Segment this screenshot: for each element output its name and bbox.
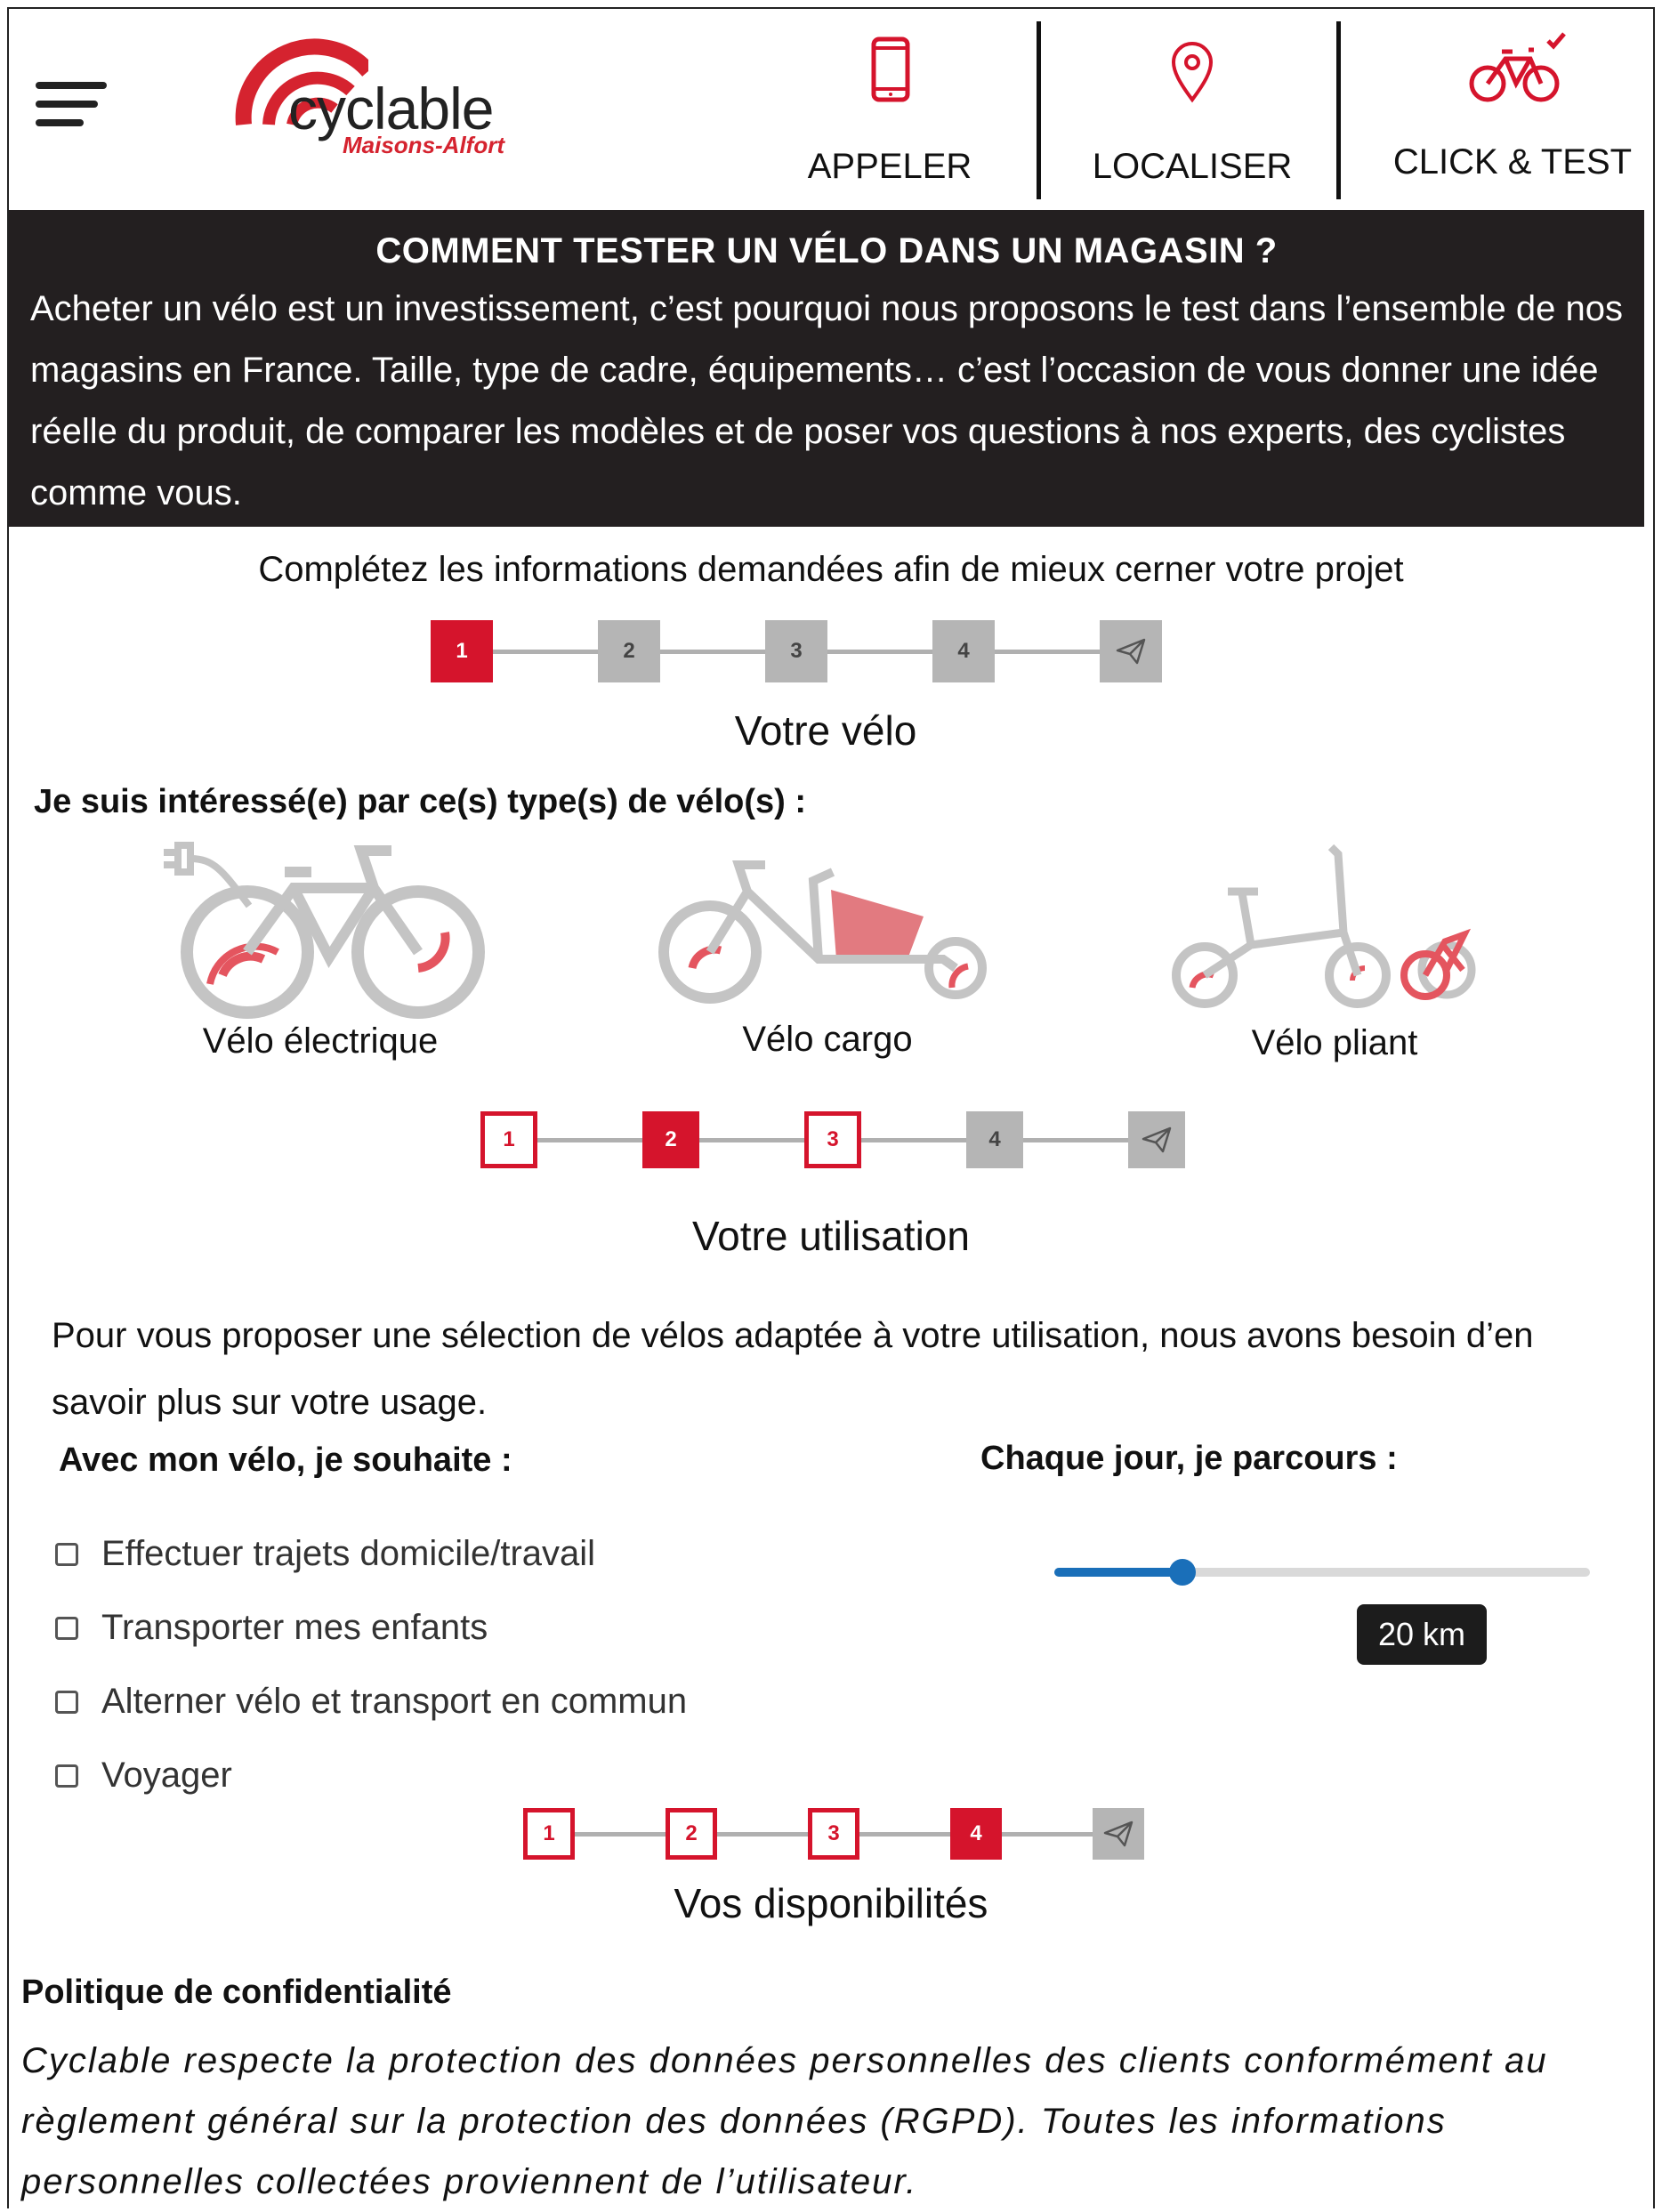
- step-send[interactable]: [1093, 1808, 1144, 1860]
- form-intro: Complétez les informations demandées afi…: [258, 550, 1404, 589]
- step-3[interactable]: 3: [804, 1111, 861, 1168]
- checkbox[interactable]: [55, 1764, 78, 1788]
- step-4[interactable]: 4: [966, 1111, 1023, 1168]
- logo-location: Maisons-Alfort: [343, 132, 504, 158]
- stepper-votre-utilisation: 1 2 3 4: [480, 1111, 1185, 1168]
- phone-icon: [871, 36, 910, 102]
- step-connector: [717, 1831, 808, 1837]
- step-title-votre-utilisation: Votre utilisation: [692, 1213, 970, 1259]
- send-icon: [1103, 1820, 1134, 1847]
- checkbox[interactable]: [55, 1542, 78, 1566]
- send-icon: [1142, 1126, 1172, 1153]
- step-connector: [859, 1831, 950, 1837]
- step-connector: [493, 649, 598, 654]
- map-pin-icon: [1171, 42, 1214, 103]
- distance-slider[interactable]: [1054, 1559, 1590, 1586]
- step-3[interactable]: 3: [808, 1808, 859, 1860]
- bike-label-electric: Vélo électrique: [202, 1021, 439, 1061]
- stepper-vos-disponibilites: 1 2 3 4: [523, 1808, 1144, 1860]
- step-1[interactable]: 1: [523, 1808, 575, 1860]
- send-icon: [1116, 638, 1146, 665]
- site-header: cyclable Maisons-Alfort APPELER LOCALISE…: [9, 9, 1653, 210]
- electric-bike-icon: [164, 842, 485, 1019]
- option-transporter-enfants[interactable]: Transporter mes enfants: [55, 1608, 488, 1648]
- intro-banner: COMMENT TESTER UN VÉLO DANS UN MAGASIN ?…: [9, 210, 1644, 527]
- privacy-title: Politique de confidentialité: [21, 1974, 452, 2011]
- step-3[interactable]: 3: [765, 620, 827, 682]
- step-title-vos-disponibilites: Vos disponibilités: [674, 1880, 988, 1926]
- bike-label-folding: Vélo pliant: [1251, 1023, 1418, 1062]
- step-send[interactable]: [1100, 620, 1162, 682]
- intro-title: COMMENT TESTER UN VÉLO DANS UN MAGASIN ?: [375, 231, 1278, 270]
- option-label: Alterner vélo et transport en commun: [101, 1682, 688, 1721]
- menu-icon[interactable]: [36, 78, 110, 130]
- option-alterner-transport[interactable]: Alterner vélo et transport en commun: [55, 1682, 687, 1722]
- bike-option-electric[interactable]: Vélo électrique: [151, 835, 489, 1075]
- bike-type-question: Je suis intéressé(e) par ce(s) type(s) d…: [34, 783, 806, 820]
- bike-option-cargo[interactable]: Vélo cargo: [658, 854, 996, 1077]
- step-connector: [699, 1137, 804, 1142]
- step-connector: [1023, 1137, 1128, 1142]
- step-connector: [660, 649, 765, 654]
- cyclable-logo[interactable]: cyclable Maisons-Alfort: [231, 36, 516, 178]
- click-test-button[interactable]: CLICK & TEST: [1379, 18, 1646, 199]
- option-label: Transporter mes enfants: [101, 1608, 488, 1647]
- cargo-bike-icon: [658, 860, 987, 1004]
- option-voyager[interactable]: Voyager: [55, 1756, 232, 1796]
- bike-check-icon: [1469, 32, 1566, 102]
- intro-body: Acheter un vélo est un investissement, c…: [30, 289, 1623, 513]
- distance-tooltip: 20 km: [1357, 1604, 1487, 1665]
- step-connector: [575, 1831, 666, 1837]
- step-1[interactable]: 1: [431, 620, 493, 682]
- option-label: Effectuer trajets domicile/travail: [101, 1534, 596, 1573]
- bike-label-cargo: Vélo cargo: [742, 1020, 913, 1059]
- bike-option-folding[interactable]: Vélo pliant: [1166, 836, 1504, 1077]
- option-domicile-travail[interactable]: Effectuer trajets domicile/travail: [55, 1534, 595, 1574]
- call-label: APPELER: [807, 147, 972, 186]
- locate-label: LOCALISER: [1092, 147, 1293, 186]
- slider-fill: [1054, 1568, 1183, 1577]
- step-connector: [1002, 1831, 1093, 1837]
- wish-title: Avec mon vélo, je souhaite :: [59, 1441, 512, 1479]
- stepper-votre-velo: 1 2 3 4: [431, 620, 1162, 682]
- privacy-text: Cyclable respecte la protection des donn…: [21, 2041, 1548, 2201]
- step-connector: [861, 1137, 966, 1142]
- step-connector: [995, 649, 1100, 654]
- checkbox[interactable]: [55, 1616, 78, 1640]
- step-1[interactable]: 1: [480, 1111, 537, 1168]
- step-connector: [537, 1137, 642, 1142]
- step-2[interactable]: 2: [642, 1111, 699, 1168]
- checkbox[interactable]: [55, 1690, 78, 1714]
- header-divider: [1037, 21, 1041, 199]
- step-4[interactable]: 4: [932, 620, 995, 682]
- header-divider: [1336, 21, 1341, 199]
- locate-button[interactable]: LOCALISER: [1077, 18, 1308, 199]
- step-connector: [827, 649, 932, 654]
- option-label: Voyager: [101, 1756, 232, 1795]
- step-title-votre-velo: Votre vélo: [734, 707, 917, 754]
- usage-description: Pour vous proposer une sélection de vélo…: [52, 1316, 1534, 1422]
- folding-bike-icon: [1172, 844, 1476, 1008]
- call-button[interactable]: APPELER: [783, 18, 996, 199]
- step-2[interactable]: 2: [598, 620, 660, 682]
- distance-title: Chaque jour, je parcours :: [980, 1440, 1398, 1477]
- step-2[interactable]: 2: [666, 1808, 717, 1860]
- click-test-label: CLICK & TEST: [1392, 142, 1633, 182]
- step-send[interactable]: [1128, 1111, 1185, 1168]
- step-4[interactable]: 4: [950, 1808, 1002, 1860]
